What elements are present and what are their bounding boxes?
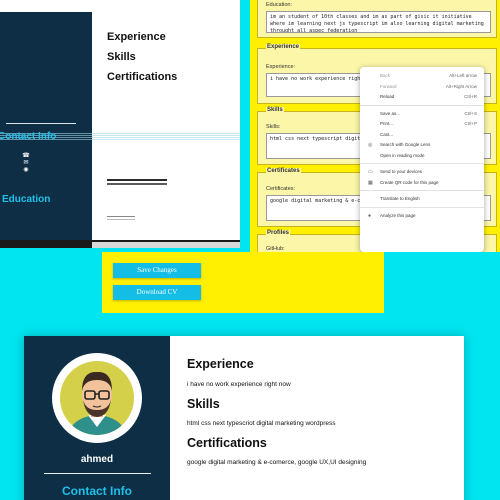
menu-item-label: Cast... — [380, 131, 394, 137]
menu-item-label: Open in reading mode — [380, 152, 425, 158]
preview-experience-heading: Experience — [107, 31, 166, 43]
profiles-section-title: Profiles — [266, 230, 291, 236]
download-cv-button[interactable]: Download CV — [113, 285, 201, 300]
cv-name: ahmed — [80, 454, 114, 465]
avatar — [52, 353, 142, 443]
menu-item-label: Translate to English — [380, 196, 420, 201]
scrolled-text-artifact — [107, 216, 135, 220]
skills-section-title: Skills — [266, 107, 284, 113]
menu-item-label: Analyze this page — [380, 212, 416, 218]
menu-item-label: Send to your devices — [380, 169, 423, 174]
location-icon: ◉ — [23, 167, 29, 173]
sidebar-divider — [6, 123, 76, 124]
preview-skills-heading: Skills — [107, 51, 136, 63]
menu-item-label: Create QR code for this page — [380, 179, 439, 185]
menu-item-label: Save as... — [380, 110, 401, 116]
form-actions: Save Changes Download CV — [102, 252, 384, 313]
cv-preview-top: Contact Info ☎ ✉ ◉ Education Experience … — [0, 0, 240, 248]
mail-icon: ✉ — [23, 160, 29, 166]
certificates-label: Certificates: — [266, 186, 296, 192]
menu-item-reload[interactable]: Reload Ctrl+R — [360, 92, 484, 103]
menu-item-print[interactable]: Print... Ctrl+P — [360, 119, 484, 130]
contact-icons: ☎ ✉ ◉ — [22, 153, 30, 174]
analyze-icon: ● — [368, 212, 372, 219]
cv-certifications-text: google digital marketing & e-comerce, go… — [187, 459, 367, 466]
menu-item-shortcut: Ctrl+S — [464, 110, 477, 116]
preview-sidebar — [0, 12, 92, 248]
menu-separator — [360, 163, 484, 164]
cv-certifications-heading: Certifications — [187, 436, 267, 450]
menu-item-label: Reload — [380, 94, 395, 99]
phone-icon: ☎ — [22, 153, 30, 159]
cv-skills-heading: Skills — [187, 397, 220, 411]
cv-card: ahmed Contact Info Experience i have no … — [24, 336, 464, 500]
edit-form: Education: im an student of 10th classes… — [250, 0, 500, 252]
menu-item-save-as[interactable]: Save as... Ctrl+S — [360, 109, 484, 120]
devices-icon: ▭ — [368, 169, 373, 175]
menu-item-send-to-your-devices[interactable]: ▭ Send to your devices — [360, 167, 484, 178]
menu-item-forward: Forward Alt+Right Arrow — [360, 82, 484, 93]
browser-context-menu: Back Alt+Left arrow Forward Alt+Right Arrow… — [360, 67, 484, 252]
menu-separator — [360, 206, 484, 208]
preview-contact-heading: Contact Info — [0, 131, 57, 142]
menu-item-cast[interactable]: Cast... — [360, 130, 484, 141]
menu-item-label: Back — [380, 73, 391, 78]
menu-item-back: Back Alt+Left arrow — [360, 71, 484, 82]
menu-item-create-qr-code-for-this-page[interactable]: ▦ Create QR code for this page — [360, 178, 484, 189]
save-changes-button[interactable]: Save Changes — [113, 263, 201, 278]
education-textarea[interactable]: im an student of 10th classes and im as … — [266, 11, 491, 33]
menu-separator — [360, 190, 484, 191]
menu-item-label: Print... — [380, 121, 394, 126]
menu-item-shortcut: Alt+Right Arrow — [445, 83, 477, 89]
menu-item-search-with-google-lens[interactable]: ◎ Search with Google Lens — [360, 140, 484, 151]
menu-item-open-in-reading-mode[interactable]: Open in reading mode — [360, 151, 484, 162]
experience-label: Experience: — [266, 64, 296, 70]
menu-item-shortcut: Ctrl+P — [464, 121, 477, 126]
experience-section-title: Experience — [266, 44, 301, 50]
cv-contact-heading: Contact Info — [62, 484, 132, 498]
menu-item-shortcut: Alt+Left arrow — [449, 73, 477, 78]
scrolled-text-artifact — [107, 179, 167, 185]
qr-icon: ▦ — [368, 179, 373, 186]
education-section: Education: im an student of 10th classes… — [257, 0, 497, 38]
education-label: Education: — [266, 2, 292, 8]
avatar-illustration — [60, 361, 134, 435]
skills-label: Skills: — [266, 124, 281, 130]
preview-certifications-heading: Certifications — [107, 71, 178, 83]
lens-icon: ◎ — [368, 142, 373, 148]
menu-item-label: Forward — [380, 83, 397, 89]
cv-experience-heading: Experience — [187, 357, 254, 371]
menu-item-shortcut: Ctrl+R — [464, 94, 477, 99]
menu-item-translate-to-english[interactable]: Translate to English — [360, 194, 484, 205]
certificates-section-title: Certificates — [266, 168, 301, 174]
menu-separator — [360, 104, 484, 106]
taskbar-strip — [0, 240, 240, 248]
cv-sidebar: ahmed Contact Info — [24, 336, 170, 500]
sidebar-divider — [44, 473, 151, 474]
cv-skills-text: html css next typescriot digital marketi… — [187, 420, 336, 427]
menu-item-label: Search with Google Lens — [380, 142, 431, 147]
cv-experience-text: i have no work experience right now — [187, 381, 291, 388]
menu-item-analyze-this-page[interactable]: ● Analyze this page — [360, 211, 484, 222]
preview-education-heading: Education — [2, 194, 51, 205]
